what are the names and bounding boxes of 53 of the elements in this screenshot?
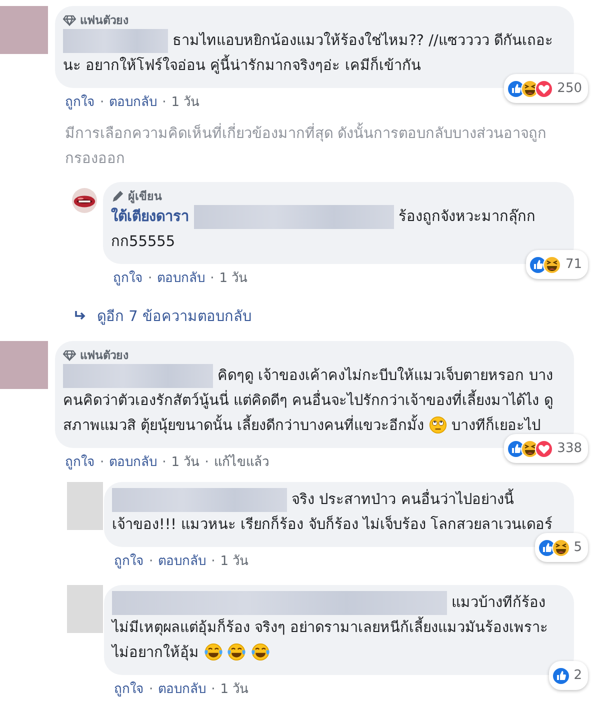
action-link[interactable]: ถูกใจ (65, 455, 95, 470)
action-link[interactable]: ตอบกลับ (157, 271, 206, 286)
separator-dot: · (100, 95, 104, 110)
action-link[interactable]: ถูกใจ (65, 95, 95, 110)
avatar[interactable] (0, 341, 48, 389)
comment-meta: 1 วัน (171, 455, 200, 470)
laughing-face-icon (543, 256, 562, 274)
avatar[interactable] (0, 6, 48, 54)
tears-of-joy-emoji-icon (250, 643, 270, 661)
separator-dot: · (162, 95, 166, 110)
reaction-summary[interactable]: 2 (548, 661, 588, 690)
separator-dot: · (211, 682, 216, 697)
reaction-summary[interactable]: 250 (504, 74, 588, 103)
reaction-summary[interactable]: 338 (504, 434, 588, 463)
action-link[interactable]: ถูกใจ (114, 554, 144, 569)
avatar[interactable] (67, 482, 103, 530)
tears-of-joy-emoji-icon (204, 643, 223, 661)
comment-meta: 1 วัน (171, 95, 200, 110)
badge-label: แฟนตัวยง (80, 12, 129, 28)
action-link[interactable]: ตอบกลับ (158, 554, 206, 569)
separator-dot: · (100, 455, 104, 470)
action-link[interactable]: ตอบกลับ (158, 682, 206, 697)
comment-meta: แก้ไขแล้ว (214, 455, 269, 470)
more-replies-link[interactable]: ดูอีก 7 ข้อความตอบกลับ (97, 304, 252, 327)
action-link[interactable]: ตอบกลับ (109, 95, 158, 110)
action-link[interactable]: ตอบกลับ (109, 455, 158, 470)
tears-of-joy-emoji-icon (227, 643, 246, 661)
comment-meta: 1 วัน (220, 682, 249, 697)
avatar[interactable] (67, 585, 103, 633)
separator-dot: · (162, 455, 166, 470)
reply-arrow-icon (75, 310, 87, 320)
separator-dot: · (211, 554, 216, 569)
separator-dot: · (149, 682, 154, 697)
like-icon (552, 666, 570, 684)
action-link[interactable]: ถูกใจ (114, 682, 144, 697)
badge-label: แฟนตัวยง (80, 347, 129, 363)
separator-dot: · (149, 554, 154, 569)
badge-label: ผู้เขียน (128, 188, 162, 204)
diamond-icon (63, 350, 76, 360)
pen-icon (111, 190, 124, 202)
filter-notice: มีการเลือกความคิดเห็นที่เกี่ยวข้องมากที่สุด ดังนั้นการตอบกลับบางส่วนอาจถูกกรองออก (55, 112, 574, 172)
separator-dot: · (210, 271, 214, 286)
eye-roll-emoji-icon (428, 416, 447, 434)
comment-meta: 1 วัน (220, 554, 249, 569)
author-name-link[interactable]: ใต้เตียงดารา (111, 205, 189, 229)
diamond-icon (63, 14, 76, 26)
reaction-summary[interactable]: 71 (526, 250, 588, 279)
laughing-face-icon (552, 538, 570, 556)
separator-dot: · (204, 455, 209, 470)
comment-meta: 1 วัน (219, 271, 248, 286)
separator-dot: · (148, 271, 152, 286)
reaction-summary[interactable]: 5 (534, 533, 588, 562)
action-link[interactable]: ถูกใจ (113, 271, 143, 286)
